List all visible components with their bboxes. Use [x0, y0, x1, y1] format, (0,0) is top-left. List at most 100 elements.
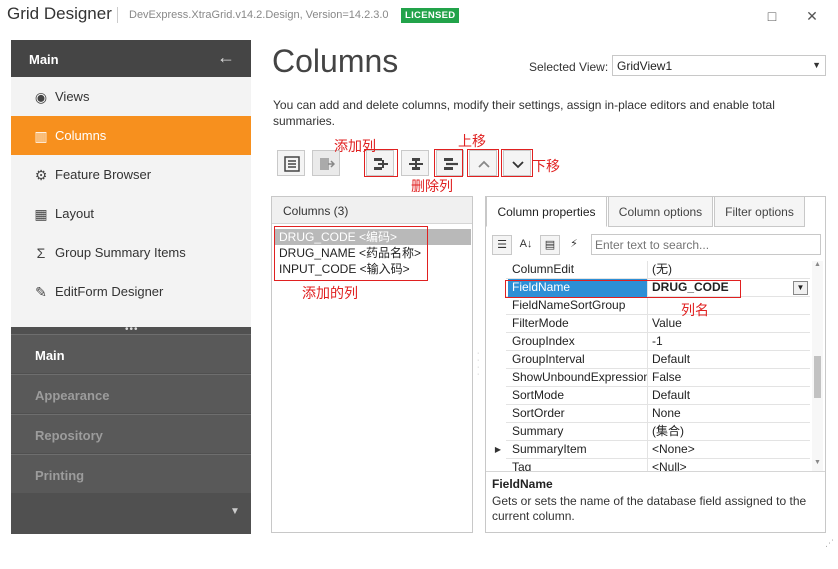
- table-row[interactable]: ▶ SummaryItem <None>: [490, 441, 810, 459]
- chevron-down-icon: ▼: [812, 60, 821, 70]
- table-row[interactable]: Tag <Null>: [490, 459, 810, 471]
- annotation-box-fieldname: [505, 280, 741, 298]
- sidebar-item-feature-browser[interactable]: ⚙ Feature Browser: [11, 155, 251, 194]
- sidebar-group-label: Main: [35, 348, 65, 363]
- show-column-chooser-button[interactable]: [277, 150, 305, 176]
- categorized-icon: ☰: [497, 239, 507, 251]
- property-name: ColumnEdit: [508, 261, 648, 279]
- row-expander: [490, 387, 506, 405]
- annotation-box-delete: [434, 149, 463, 177]
- property-value[interactable]: -1: [648, 333, 808, 351]
- row-expander: [490, 369, 506, 387]
- layout-icon: ▦: [34, 206, 48, 222]
- property-grid-scrollbar[interactable]: ▲ ▼: [812, 261, 823, 471]
- title-separator: [117, 7, 118, 23]
- sidebar-group-appearance[interactable]: Appearance: [11, 374, 251, 413]
- annotation-move-down: 下移: [532, 159, 560, 175]
- sidebar-item-label: Group Summary Items: [55, 245, 186, 260]
- insert-column-button[interactable]: [401, 150, 429, 176]
- row-expander: [490, 297, 506, 315]
- table-row[interactable]: GroupIndex -1: [490, 333, 810, 351]
- property-value[interactable]: Default: [648, 387, 808, 405]
- edit-form-icon: ✎: [35, 284, 47, 300]
- table-row[interactable]: SortOrder None: [490, 405, 810, 423]
- chevron-down-icon[interactable]: ▼: [230, 506, 240, 517]
- annotation-added-columns: 添加的列: [302, 286, 358, 302]
- sidebar-item-group-summary-items[interactable]: Σ Group Summary Items: [11, 233, 251, 272]
- resize-grip-icon[interactable]: ⋰: [825, 538, 834, 549]
- panel-splitter[interactable]: · · · ·: [477, 350, 481, 378]
- sidebar-item-label: Feature Browser: [55, 167, 152, 182]
- annotation-delete-column: 删除列: [411, 179, 453, 195]
- property-value[interactable]: (集合): [648, 423, 808, 441]
- sidebar-group-repository[interactable]: Repository: [11, 414, 251, 453]
- events-button[interactable]: ⚡: [564, 235, 584, 255]
- property-name: Tag: [508, 459, 648, 471]
- maximize-icon: □: [767, 8, 777, 24]
- expand-arrow-icon[interactable]: ▶: [490, 441, 506, 459]
- window-bottom-edge: [0, 556, 838, 569]
- property-name: GroupInterval: [508, 351, 648, 369]
- properties-panel: Column properties Column options Filter …: [485, 196, 826, 533]
- table-row[interactable]: FilterMode Value: [490, 315, 810, 333]
- tab-filter-options[interactable]: Filter options: [714, 197, 805, 227]
- value-dropdown-button[interactable]: ▼: [793, 281, 808, 295]
- scroll-down-icon[interactable]: ▼: [812, 459, 823, 466]
- columns-icon: ▥: [34, 128, 48, 144]
- sort-az-icon: A↓: [519, 238, 533, 250]
- back-arrow-icon[interactable]: ←: [217, 47, 235, 68]
- property-search-field[interactable]: [591, 234, 821, 255]
- sidebar-header-label: Main: [29, 52, 59, 67]
- property-value[interactable]: (无): [648, 261, 808, 279]
- row-expander: [490, 315, 506, 333]
- row-expander: [490, 279, 506, 297]
- row-expander: [490, 405, 506, 423]
- sidebar-item-columns[interactable]: ▥ Columns: [11, 116, 251, 155]
- sidebar-group-label: Appearance: [35, 388, 110, 403]
- annotation-box-columns: [274, 226, 428, 281]
- selected-view-label: Selected View:: [529, 60, 609, 74]
- column-chooser-icon: [284, 156, 300, 172]
- table-row[interactable]: GroupInterval Default: [490, 351, 810, 369]
- scrollbar-thumb[interactable]: [814, 356, 821, 398]
- sidebar-group-main[interactable]: Main: [11, 334, 251, 373]
- close-icon: ✕: [806, 8, 818, 24]
- maximize-button[interactable]: □: [763, 7, 781, 25]
- property-value[interactable]: <Null>: [648, 459, 808, 471]
- alphabetical-sort-button[interactable]: A↓: [516, 235, 536, 255]
- sidebar-item-label: Layout: [55, 206, 95, 221]
- property-value[interactable]: None: [648, 405, 808, 423]
- property-value[interactable]: Default: [648, 351, 808, 369]
- sidebar-item-views[interactable]: ◉ Views: [11, 77, 251, 116]
- property-search-input[interactable]: [592, 235, 816, 254]
- close-button[interactable]: ✕: [803, 7, 821, 25]
- sigma-icon: Σ: [36, 245, 46, 261]
- sidebar-nav-panel: ◉ Views ▥ Columns ⚙ Feature Browser ▦ La…: [11, 77, 251, 327]
- row-expander: [490, 423, 506, 441]
- row-expander: [490, 261, 506, 279]
- property-value[interactable]: Value: [648, 315, 808, 333]
- sidebar-item-editform-designer[interactable]: ✎ EditForm Designer: [11, 272, 251, 311]
- property-pages-icon: ▤: [544, 239, 556, 251]
- tab-column-options[interactable]: Column options: [608, 197, 713, 227]
- sidebar-item-layout[interactable]: ▦ Layout: [11, 194, 251, 233]
- sidebar-group-printing[interactable]: Printing: [11, 454, 251, 493]
- table-row[interactable]: SortMode Default: [490, 387, 810, 405]
- page-title: Columns: [272, 43, 399, 79]
- property-value[interactable]: <None>: [648, 441, 808, 459]
- categorized-view-button[interactable]: ☰: [492, 235, 512, 255]
- selected-view-dropdown[interactable]: GridView1 ▼: [612, 55, 826, 76]
- table-row[interactable]: Summary (集合): [490, 423, 810, 441]
- table-row[interactable]: ShowUnboundExpressionMenuFalse: [490, 369, 810, 387]
- tab-column-properties[interactable]: Column properties: [486, 197, 607, 227]
- property-value[interactable]: False: [648, 369, 808, 387]
- page-description: You can add and delete columns, modify t…: [273, 98, 775, 128]
- table-row[interactable]: FieldNameSortGroup: [490, 297, 810, 315]
- property-value[interactable]: [648, 297, 808, 315]
- property-name: SortMode: [508, 387, 648, 405]
- scroll-up-icon[interactable]: ▲: [812, 261, 823, 268]
- sidebar-item-label: EditForm Designer: [55, 284, 164, 299]
- table-row[interactable]: ColumnEdit (无): [490, 261, 810, 279]
- help-title: FieldName: [492, 477, 553, 491]
- property-pages-button[interactable]: ▤: [540, 235, 560, 255]
